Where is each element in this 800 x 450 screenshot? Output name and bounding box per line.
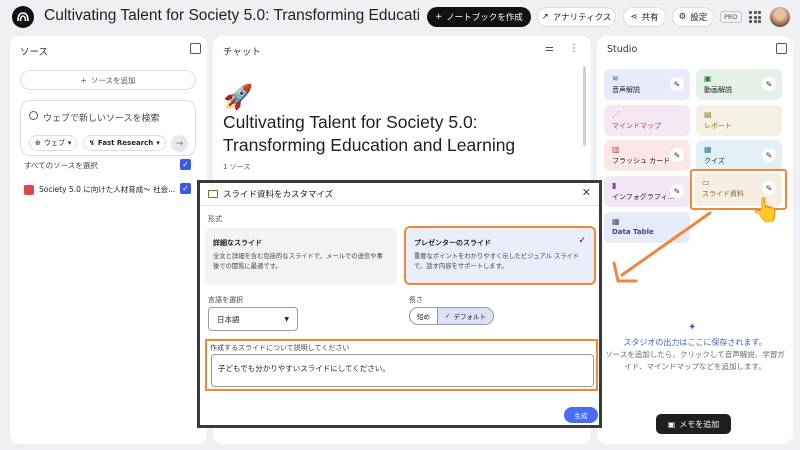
pencil-icon[interactable]: ✎ — [762, 148, 776, 162]
report-icon: ▤ — [704, 110, 712, 119]
language-select[interactable]: 日本語 ▼ — [208, 307, 298, 331]
pencil-icon[interactable]: ✎ — [670, 184, 684, 198]
length-default-option[interactable]: ✓ デフォルト — [437, 308, 493, 324]
pro-badge: PRO — [720, 11, 742, 23]
sources-heading: ソース — [20, 47, 49, 58]
length-short-option[interactable]: 短め — [410, 308, 437, 324]
globe-icon: ⊕ — [35, 139, 41, 147]
notebook-title[interactable]: Cultivating Talent for Society 5.0: Tran… — [44, 7, 419, 25]
chevron-down-icon: ▾ — [67, 139, 72, 147]
check-icon: ✓ — [578, 236, 586, 246]
gear-icon: ⚙ — [678, 12, 687, 22]
tile-video-overview[interactable]: ▣ 動画解説 ✎ — [696, 69, 782, 100]
apps-grid-icon[interactable] — [749, 11, 761, 23]
studio-heading: Studio — [607, 44, 638, 55]
format-option-presenter[interactable]: プレゼンターのスライド ✓ 重要なポイントをわかりやすく示したビジュアル スライ… — [404, 226, 596, 285]
quiz-icon: ▦ — [704, 145, 712, 154]
research-icon: ↯ — [89, 139, 95, 147]
sources-panel: ソース + ソースを追加 ウェブで新しいソースを検索 ⊕ ウェブ ▾ ↯ Fas… — [10, 36, 207, 444]
close-icon[interactable]: ✕ — [582, 186, 591, 199]
plus-icon: + — [80, 75, 87, 85]
video-icon: ▣ — [704, 74, 712, 83]
language-label: 言語を選択 — [208, 296, 243, 304]
collapse-panel-icon[interactable] — [190, 43, 201, 54]
select-all-label: すべてのソースを選択 — [24, 161, 98, 170]
chat-heading: チャット — [223, 47, 261, 58]
slides-icon — [208, 190, 218, 198]
more-vert-icon[interactable]: ⋮ — [569, 43, 579, 54]
audio-icon: ≋ — [612, 74, 619, 83]
search-input[interactable]: ウェブで新しいソースを検索 — [43, 111, 160, 124]
submit-search-button[interactable]: → — [171, 135, 188, 152]
tile-infographic[interactable]: ▮ インフォグラフィ... ✎ — [604, 176, 690, 207]
plus-icon: + — [435, 12, 443, 22]
source-checkbox[interactable]: ✓ — [180, 183, 191, 194]
add-source-button[interactable]: + ソースを追加 — [20, 70, 196, 90]
web-search-box: ウェブで新しいソースを検索 ⊕ ウェブ ▾ ↯ Fast Research ▾ … — [20, 100, 196, 156]
notebook-emoji: 🚀 — [223, 83, 253, 111]
chat-scrollbar[interactable] — [583, 66, 586, 146]
pointer-hand-icon: 👆 — [751, 196, 781, 224]
tile-flashcards[interactable]: ▥ フラッシュ カード ✎ — [604, 140, 690, 171]
select-all-checkbox[interactable]: ✓ — [180, 159, 191, 170]
source-item[interactable]: Society 5.0 に向けた人材育成〜 社会... — [24, 184, 175, 195]
format-option-detailed[interactable]: 詳細なスライド 全文と詳細を含む包括的なスライドで、メールでの送信や事後での閲覧… — [205, 228, 397, 285]
top-bar: Cultivating Talent for Society 5.0: Tran… — [0, 0, 800, 34]
chart-icon: ↗ — [541, 12, 549, 22]
analytics-button[interactable]: ↗ アナリティクス — [537, 7, 616, 27]
settings-button[interactable]: ⚙ 設定 — [672, 7, 714, 27]
web-chip[interactable]: ⊕ ウェブ ▾ — [29, 135, 78, 151]
add-note-button[interactable]: ▣ メモを追加 — [656, 414, 731, 434]
user-avatar[interactable] — [770, 7, 790, 27]
infographic-icon: ▮ — [612, 181, 617, 190]
customize-slides-dialog: スライド資料をカスタマイズ ✕ 形式 詳細なスライド 全文と詳細を含む包括的なス… — [197, 180, 602, 428]
create-notebook-button[interactable]: + ノートブックを作成 — [427, 7, 531, 27]
tune-icon[interactable]: ⚌ — [545, 43, 554, 54]
tile-quiz[interactable]: ▦ クイズ ✎ — [696, 140, 782, 171]
pencil-icon[interactable]: ✎ — [762, 77, 776, 91]
divider — [200, 205, 599, 206]
share-button[interactable]: ⋖ 共有 — [623, 7, 666, 27]
tile-audio-overview[interactable]: ≋ 音声解説 ✎ — [604, 69, 690, 100]
description-label: 作成するスライドについて説明してください — [210, 344, 350, 352]
notebooklm-logo-icon[interactable] — [12, 6, 34, 28]
generate-button[interactable]: 生成 — [564, 407, 598, 423]
notebook-heading: Cultivating Talent for Society 5.0: Tran… — [223, 112, 516, 155]
length-label: 長さ — [409, 296, 423, 304]
studio-empty-state: スタジオの出力はここに保存されます。 ソースを追加したら、クリックして音声解説、… — [605, 338, 785, 371]
pencil-icon[interactable]: ✎ — [670, 77, 684, 91]
source-count: 1 ソース — [223, 163, 251, 171]
note-icon: ▣ — [667, 419, 676, 429]
collapse-panel-icon[interactable] — [776, 43, 787, 54]
search-icon — [29, 111, 38, 120]
dialog-title: スライド資料をカスタマイズ — [208, 188, 333, 200]
flashcard-icon: ▥ — [612, 145, 620, 154]
mind-map-icon: ⋰ — [612, 110, 620, 119]
pencil-icon[interactable]: ✎ — [670, 148, 684, 162]
tile-report[interactable]: ▤ レポート — [696, 105, 782, 136]
format-label: 形式 — [208, 215, 222, 223]
pdf-icon — [24, 184, 34, 195]
chevron-down-icon: ▾ — [156, 139, 160, 147]
tile-mind-map[interactable]: ⋰ マインドマップ — [604, 105, 690, 136]
share-icon: ⋖ — [630, 12, 638, 22]
research-chip[interactable]: ↯ Fast Research ▾ — [83, 135, 166, 151]
annotation-arrow — [612, 211, 712, 283]
check-icon: ✓ — [445, 312, 451, 320]
caret-down-icon: ▼ — [284, 316, 289, 323]
length-toggle: 短め ✓ デフォルト — [409, 307, 494, 325]
description-section: 作成するスライドについて説明してください 子どもでも分かりやすいスライドにしてく… — [205, 339, 598, 391]
description-input[interactable]: 子どもでも分かりやすいスライドにしてください。 — [211, 354, 594, 387]
